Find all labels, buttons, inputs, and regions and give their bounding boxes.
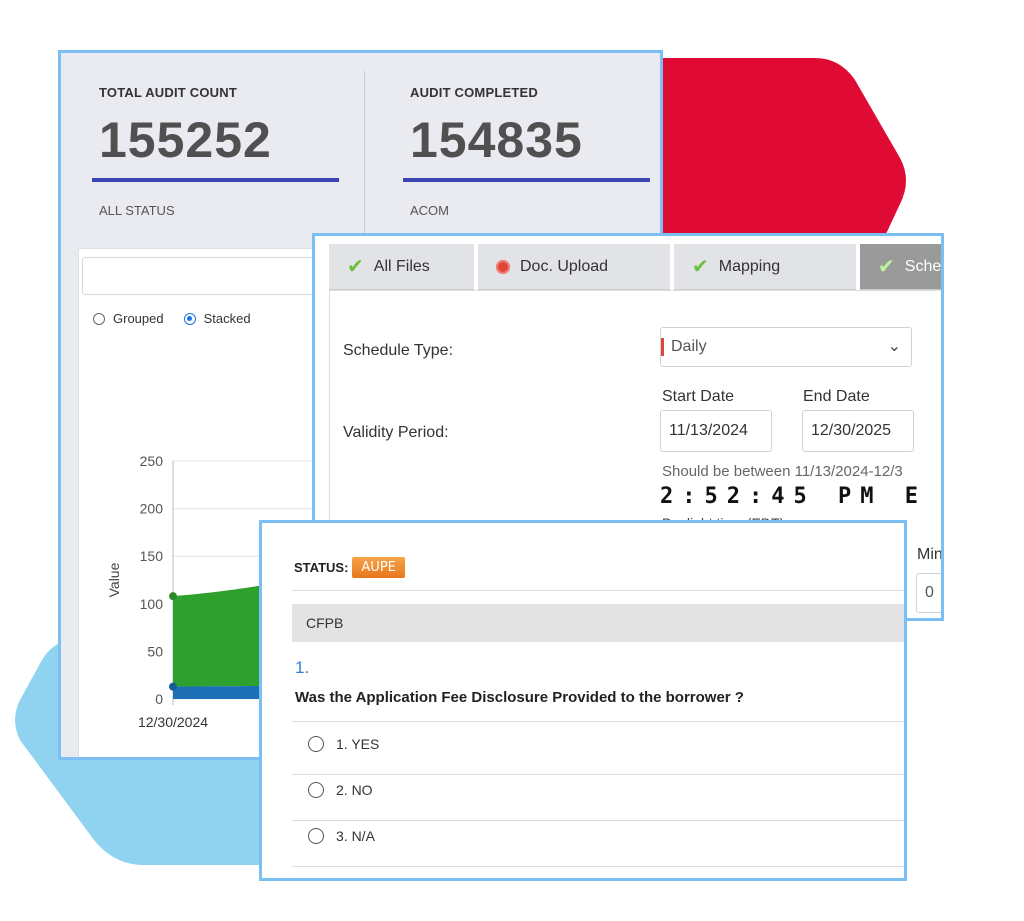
y-tick-label: 150 [140,548,164,564]
option-radio[interactable] [308,828,324,844]
option-label: 1. YES [336,736,380,752]
stacked-label: Stacked [203,311,251,326]
red-dot-icon [496,259,510,274]
y-tick-label: 250 [140,453,164,469]
stat-divider [364,71,365,246]
tab-label: Mapping [718,257,781,275]
tab-label: All Files [373,257,430,275]
y-tick-label: 100 [140,596,164,612]
section-header: CFPB [292,604,904,642]
stat-value: 155252 [99,112,272,168]
question-number: 1. [295,658,310,677]
schedule-type-select[interactable]: Daily ⌄ [660,327,912,367]
y-tick-label: 200 [140,501,164,517]
stat-value: 154835 [410,112,583,168]
divider [292,590,904,591]
stat-underline [403,178,650,182]
total-audit-card: TOTAL AUDIT COUNT 155252 ALL STATUS [61,53,361,243]
tab-doc-upload[interactable]: Doc. Upload [478,244,670,290]
tab-label: Sche [904,257,942,275]
start-date-label: Start Date [662,388,735,405]
stat-underline [92,178,339,182]
tab-schedule[interactable]: ✔ Sche [860,244,942,290]
option-label: 3. N/A [336,828,375,844]
divider [292,721,904,722]
minute-input[interactable]: 0 [916,573,941,613]
status-badge: AUPE [352,557,405,578]
end-date-input[interactable]: 12/30/2025 [802,410,914,452]
status-row: STATUS: AUPE [294,557,405,578]
y-tick-label: 50 [147,643,163,659]
x-tick-label: 12/30/2024 [138,714,208,730]
option-radio[interactable] [308,782,324,798]
data-point [169,592,177,601]
stat-sub: ALL STATUS [99,203,175,218]
divider [292,774,904,775]
divider [292,866,904,867]
option-radio[interactable] [308,736,324,752]
y-axis-label: Value [106,562,122,597]
stat-label: TOTAL AUDIT COUNT [99,85,237,100]
status-label: STATUS: [294,560,349,575]
check-icon: ✔ [692,255,709,278]
chart-filter-select[interactable] [82,257,344,295]
option-na[interactable]: 3. N/A [308,828,375,844]
data-point [169,682,177,691]
y-tick-label: 0 [155,691,163,707]
tab-all-files[interactable]: ✔ All Files [329,244,474,290]
tab-bar: ✔ All Files Doc. Upload ✔ Mapping ✔ Sche [329,244,942,290]
question-text: Was the Application Fee Disclosure Provi… [295,689,744,706]
schedule-type-value: Daily [671,338,707,355]
schedule-type-label: Schedule Type: [343,342,454,359]
validity-period-label: Validity Period: [343,424,449,441]
tab-mapping[interactable]: ✔ Mapping [674,244,856,290]
clock-display: 2:52:45 PM E [660,484,927,509]
option-label: 2. NO [336,782,373,798]
option-no[interactable]: 2. NO [308,782,373,798]
stat-sub: ACOM [410,203,449,218]
check-icon: ✔ [347,255,364,278]
minute-label: Min [917,546,943,563]
start-date-input[interactable]: 11/13/2024 [660,410,772,452]
stat-label: AUDIT COMPLETED [410,85,538,100]
chevron-down-icon: ⌄ [887,338,901,355]
tab-label: Doc. Upload [520,257,609,275]
chart-mode-radios: Grouped Stacked [93,311,251,326]
divider [292,820,904,821]
grouped-label: Grouped [113,311,164,326]
end-date-label: End Date [803,388,870,405]
check-icon: ✔ [878,255,895,278]
date-range-hint: Should be between 11/13/2024-12/3 [662,463,903,480]
option-yes[interactable]: 1. YES [308,736,379,752]
grouped-radio[interactable] [93,312,105,325]
stacked-radio[interactable] [183,312,196,325]
audit-completed-card: AUDIT COMPLETED 154835 ACOM [372,53,660,243]
question-panel: STATUS: AUPE CFPB 1. Was the Application… [259,520,907,881]
